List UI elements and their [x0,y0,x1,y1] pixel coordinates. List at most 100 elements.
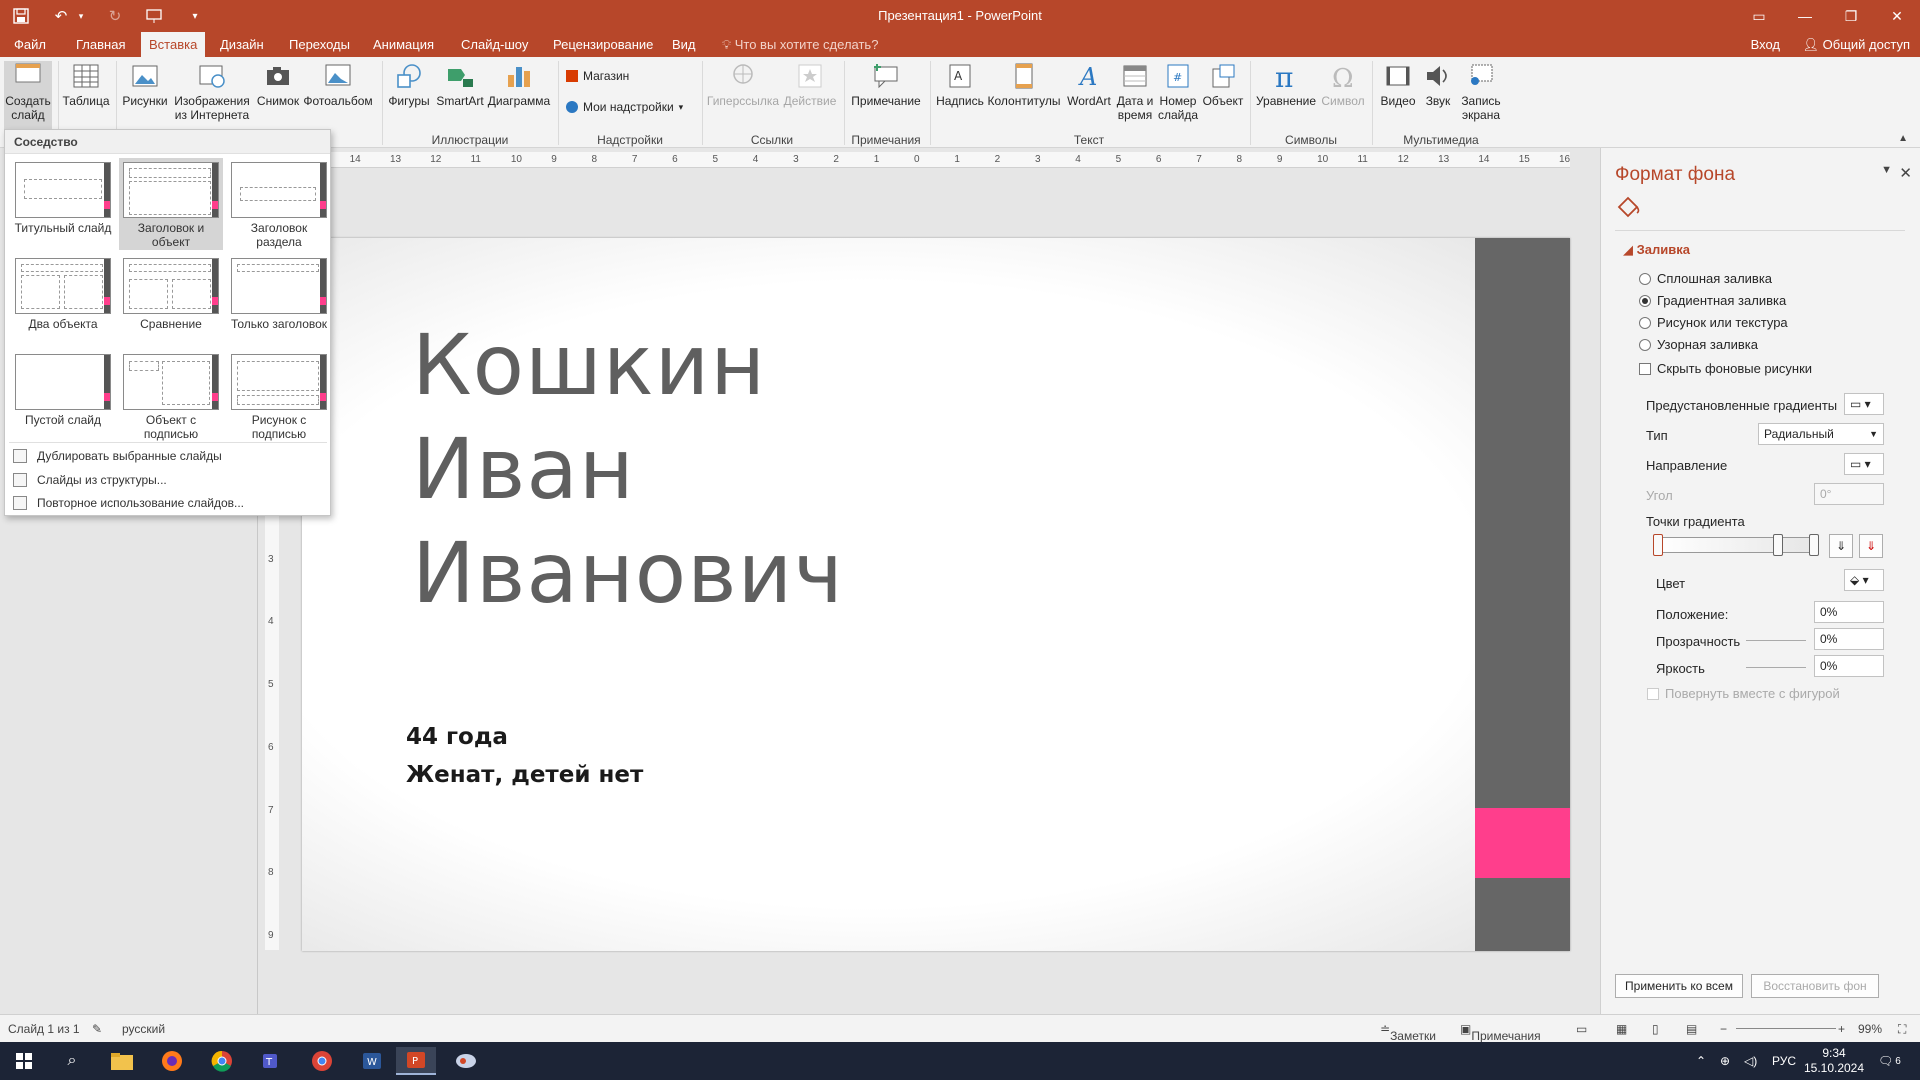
direction-dropdown[interactable]: ▭ ▾ [1844,453,1884,475]
teams-icon[interactable]: T [252,1047,292,1075]
network-icon[interactable]: ⊕ [1720,1042,1730,1080]
gradient-stop-2[interactable] [1773,534,1783,556]
shapes-button[interactable]: Фигуры [386,61,432,108]
smartart-button[interactable]: SmartArt [434,61,486,108]
normal-view-icon[interactable]: ▭ [1576,1022,1587,1036]
reuse-slides-item[interactable]: Повторное использование слайдов... [13,496,244,510]
notifications-icon[interactable]: 🗨︎ 6 [1878,1042,1901,1080]
layout-blank[interactable]: Пустой слайд [11,350,115,427]
hide-background-checkbox[interactable]: Скрыть фоновые рисунки [1639,361,1812,376]
comments-button[interactable]: ▣ Примечания [1460,1022,1541,1043]
zoom-slider[interactable] [1736,1028,1836,1029]
wordart-button[interactable]: A WordArt [1062,61,1116,108]
chrome-icon[interactable] [202,1047,242,1075]
action-button[interactable]: Действие [782,61,838,108]
symbol-button[interactable]: Ω Символ [1318,61,1368,108]
slides-from-outline-item[interactable]: Слайды из структуры... [13,473,167,487]
layout-title-slide[interactable]: Титульный слайд [11,158,115,235]
slide-number-button[interactable]: # Номер слайда [1156,61,1200,122]
brightness-input[interactable]: 0% [1814,655,1884,677]
transparency-input[interactable]: 0% [1814,628,1884,650]
layout-section-header[interactable]: Заголовок раздела [227,158,331,249]
layout-content-caption[interactable]: Объект с подписью [119,350,223,441]
fit-to-window-icon[interactable]: ⛶ [1898,1022,1906,1037]
rotate-with-shape-checkbox[interactable]: Повернуть вместе с фигурой [1647,686,1840,701]
close-button[interactable]: ✕ [1874,0,1920,32]
remove-gradient-stop-icon[interactable]: ⇓ [1859,534,1883,558]
comment-button[interactable]: Примечание [848,61,924,108]
firefox-icon[interactable] [152,1047,192,1075]
solid-fill-radio[interactable]: Сплошная заливка [1639,271,1772,286]
chrome-profile-icon[interactable] [302,1047,342,1075]
layout-comparison[interactable]: Сравнение [119,254,223,331]
gradient-stop-3[interactable] [1809,534,1819,556]
spellcheck-icon[interactable]: ✎ [92,1022,102,1036]
type-dropdown[interactable]: Радиальный ▼ [1758,423,1884,445]
screen-recording-button[interactable]: Запись экрана [1456,61,1506,122]
picture-fill-radio[interactable]: Рисунок или текстура [1639,315,1788,330]
audio-button[interactable]: Звук [1420,61,1456,108]
fill-bucket-icon[interactable] [1615,193,1641,219]
object-button[interactable]: Объект [1200,61,1246,108]
layout-picture-caption[interactable]: Рисунок с подписью [227,350,331,441]
add-gradient-stop-icon[interactable]: ⇓ [1829,534,1853,558]
online-pictures-button[interactable]: Изображения из Интернета [172,61,252,122]
table-button[interactable]: Таблица [62,61,110,108]
tab-file[interactable]: Файл [6,32,54,57]
pane-options-icon[interactable]: ▼ [1881,164,1892,176]
color-picker-dropdown[interactable]: ⬙ ▾ [1844,569,1884,591]
tray-overflow-icon[interactable]: ⌃ [1696,1042,1706,1080]
powerpoint-icon[interactable]: P [396,1047,436,1075]
new-slide-button[interactable]: Создать слайд [4,61,52,133]
duplicate-slides-item[interactable]: Дублировать выбранные слайды [13,449,222,463]
slide-sorter-icon[interactable]: ▦ [1616,1022,1627,1036]
angle-input[interactable]: 0° [1814,483,1884,505]
store-button[interactable]: Магазин [566,69,629,83]
tab-design[interactable]: Дизайн [212,32,272,57]
slide-canvas[interactable]: Кошкин Иван Иванович 44 года Женат, дете… [302,238,1570,951]
pattern-fill-radio[interactable]: Узорная заливка [1639,337,1758,352]
tab-home[interactable]: Главная [68,32,133,57]
brightness-slider[interactable] [1746,667,1806,668]
layout-title-content[interactable]: Заголовок и объект [119,158,223,250]
minimize-button[interactable]: — [1782,0,1828,32]
chart-button[interactable]: Диаграмма [486,61,552,108]
date-time-button[interactable]: Дата и время [1114,61,1156,122]
gradient-stops-bar[interactable] [1657,537,1817,553]
tell-me-search[interactable]: 💡︎ Что вы хотите сделать? [722,32,878,57]
layout-title-only[interactable]: Только заголовок [227,254,331,331]
file-explorer-icon[interactable] [102,1047,142,1075]
close-pane-icon[interactable]: ✕ [1899,164,1912,182]
position-input[interactable]: 0% [1814,601,1884,623]
zoom-in-button[interactable]: + [1838,1022,1845,1036]
collapse-ribbon-icon[interactable]: ▲ [1898,133,1908,144]
screenshot-button[interactable]: Снимок [254,61,302,108]
slideshow-view-icon[interactable]: ▤ [1686,1022,1697,1036]
restore-button[interactable]: ❐ [1828,0,1874,32]
textbox-button[interactable]: A Надпись [934,61,986,108]
photo-album-button[interactable]: Фотоальбом [302,61,374,108]
equation-button[interactable]: π Уравнение [1254,61,1318,108]
my-addins-button[interactable]: Мои надстройки ▾ [566,100,683,114]
gradient-stop-1[interactable] [1653,534,1663,556]
apply-to-all-button[interactable]: Применить ко всем [1615,974,1743,998]
slide-subtitle[interactable]: 44 года Женат, детей нет [406,718,643,794]
tab-view[interactable]: Вид [664,32,704,57]
sign-in-link[interactable]: Вход [1751,32,1780,57]
input-language[interactable]: РУС [1772,1042,1796,1080]
clock[interactable]: 9:34 15.10.2024 [1804,1042,1864,1080]
fill-section-header[interactable]: ◢ Заливка [1623,242,1690,258]
snipping-tool-icon[interactable] [446,1047,486,1075]
zoom-level[interactable]: 99% [1858,1022,1882,1036]
volume-icon[interactable]: ◁) [1744,1042,1757,1080]
reading-view-icon[interactable]: ▯ [1652,1022,1659,1036]
tab-insert[interactable]: Вставка [141,32,206,57]
tab-animations[interactable]: Анимация [365,32,442,57]
pictures-button[interactable]: Рисунки [120,61,170,108]
zoom-out-button[interactable]: − [1720,1022,1727,1036]
tab-slideshow[interactable]: Слайд-шоу [453,32,536,57]
gradient-fill-radio[interactable]: Градиентная заливка [1639,293,1786,308]
tab-review[interactable]: Рецензирование [545,32,661,57]
video-button[interactable]: Видео [1376,61,1420,108]
word-icon[interactable]: W [352,1047,392,1075]
